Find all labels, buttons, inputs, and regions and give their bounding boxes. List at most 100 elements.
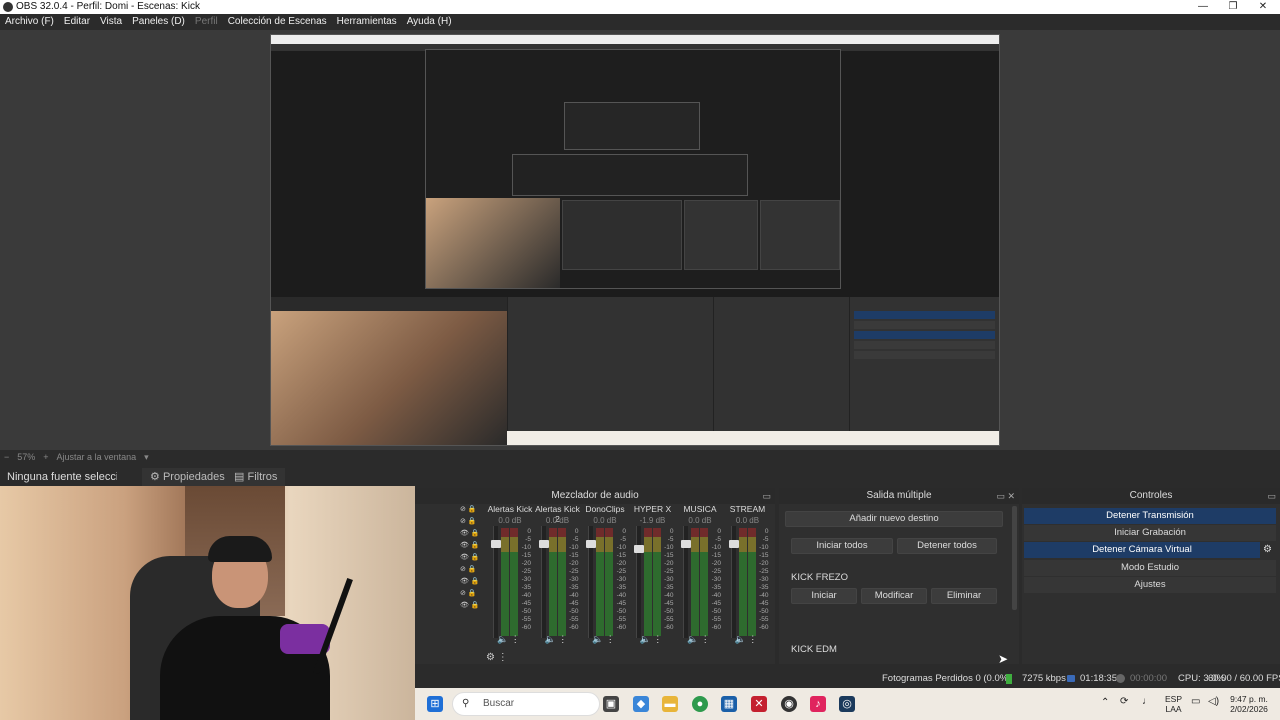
visibility-lock-icon[interactable]: 👁 🔒 <box>460 528 486 540</box>
task-view-icon[interactable]: ▣ <box>603 696 619 712</box>
menu-file[interactable]: Archivo (F) <box>0 14 59 30</box>
menu-scene-collection[interactable]: Colección de Escenas <box>223 14 332 30</box>
layout-label: LAA <box>1165 704 1182 714</box>
chrome-icon[interactable]: ● <box>692 696 708 712</box>
channel-controls[interactable]: 🔈 ⋮ <box>545 634 568 645</box>
destination-start-button[interactable]: Iniciar <box>791 588 857 604</box>
add-destination-button[interactable]: Añadir nuevo destino <box>785 511 1003 527</box>
nested-titlebar <box>271 35 999 44</box>
close-button[interactable]: ✕ <box>1248 0 1278 14</box>
channel-controls[interactable]: 🔈 ⋮ <box>687 634 710 645</box>
menu-view[interactable]: Vista <box>95 14 127 30</box>
channel-controls[interactable]: 🔈 ⋮ <box>592 634 615 645</box>
undock-icon[interactable]: ▭ <box>1267 488 1276 504</box>
dropped-frames: Fotogramas Perdidos 0 (0.0%) <box>882 673 1012 684</box>
more-icon[interactable]: ⋮ <box>701 634 710 644</box>
menu-help[interactable]: Ayuda (H) <box>402 14 457 30</box>
settings-button[interactable]: Ajustes <box>1024 577 1276 593</box>
volume-icon[interactable]: 🔈 <box>592 634 603 644</box>
volume-icon[interactable]: 🔈 <box>735 634 746 644</box>
volume-icon[interactable]: 🔈 <box>687 634 698 644</box>
fader-knob[interactable] <box>538 540 549 548</box>
store-icon[interactable]: ▦ <box>721 696 737 712</box>
visibility-lock-icon[interactable]: ⊘ 🔒 <box>460 504 486 516</box>
menu-tools[interactable]: Herramientas <box>332 14 402 30</box>
channel-db: 0.0 dB <box>688 516 712 525</box>
close-icon[interactable]: ▭ ✕ <box>996 488 1015 504</box>
fader-knob[interactable] <box>681 540 691 548</box>
more-icon[interactable]: ⋮ <box>653 634 662 644</box>
volume-icon[interactable]: 🔈 <box>545 634 556 644</box>
file-explorer-icon[interactable]: ▬ <box>662 696 678 712</box>
minimize-button[interactable]: — <box>1188 0 1218 14</box>
webcam-preview <box>0 486 415 720</box>
chevron-down-icon[interactable]: ▾ <box>140 450 153 464</box>
destination-delete-button[interactable]: Eliminar <box>931 588 997 604</box>
volume-fader[interactable] <box>491 526 501 638</box>
more-icon[interactable]: ⋮ <box>511 634 520 644</box>
more-icon[interactable]: ⋮ <box>748 634 757 644</box>
taskbar-search[interactable]: ⚲ Buscar <box>452 692 600 716</box>
preview-canvas[interactable] <box>270 34 1000 446</box>
visibility-lock-icon[interactable]: 👁 🔒 <box>460 576 486 588</box>
scale-tick: -25 <box>664 568 674 575</box>
visibility-lock-icon[interactable]: 👁 🔒 <box>460 552 486 564</box>
undock-icon[interactable]: ▭ <box>762 488 771 504</box>
app-x-icon[interactable]: ✕ <box>751 696 767 712</box>
maximize-button[interactable]: ❐ <box>1218 0 1248 14</box>
meter-segment <box>548 536 557 552</box>
channel-controls[interactable]: 🔈 ⋮ <box>497 634 520 645</box>
start-all-button[interactable]: Iniciar todos <box>791 538 893 554</box>
steam-icon[interactable]: ◎ <box>839 696 855 712</box>
fader-knob[interactable] <box>491 540 501 548</box>
zoom-in-button[interactable]: + <box>39 450 52 464</box>
windows-start-icon[interactable]: ⊞ <box>427 696 443 712</box>
fader-knob[interactable] <box>586 540 596 548</box>
stop-all-button[interactable]: Detener todos <box>897 538 997 554</box>
destination-edit-button[interactable]: Modificar <box>861 588 927 604</box>
network-icon[interactable]: ▭ <box>1191 697 1200 707</box>
more-icon[interactable]: ⋮ <box>558 634 567 644</box>
obs-taskbar-icon[interactable]: ◉ <box>781 696 797 712</box>
fit-window-button[interactable]: Ajustar a la ventana <box>53 450 141 464</box>
scrollbar[interactable] <box>1012 506 1017 610</box>
chevron-up-icon[interactable]: ⌃ <box>1101 698 1109 708</box>
filters-button[interactable]: ▤ Filtros <box>226 468 286 486</box>
studio-mode-button[interactable]: Modo Estudio <box>1024 560 1276 576</box>
tiktok-icon[interactable]: ♪ <box>810 696 826 712</box>
menu-docks[interactable]: Paneles (D) <box>127 14 190 30</box>
visibility-lock-icon[interactable]: ⊘ 🔒 <box>460 516 486 528</box>
more-icon[interactable]: ⋮ <box>606 634 615 644</box>
volume-icon[interactable]: 🔈 <box>497 634 508 644</box>
mixer-settings-icon[interactable]: ⚙ ⋮ <box>486 652 508 663</box>
fader-knob[interactable] <box>728 540 739 548</box>
menu-profile[interactable]: Perfil <box>190 14 223 30</box>
sync-icon[interactable]: ⟳ <box>1120 697 1128 707</box>
start-recording-button[interactable]: Iniciar Grabación <box>1024 525 1276 541</box>
fader-knob[interactable] <box>633 545 644 553</box>
volume-icon[interactable]: 🔈 <box>640 634 651 644</box>
volume-icon[interactable]: ◁) <box>1208 697 1219 707</box>
keyboard-layout[interactable]: ESP LAA <box>1165 694 1182 714</box>
channel-controls[interactable]: 🔈 ⋮ <box>735 634 758 645</box>
properties-button[interactable]: ⚙ Propiedades <box>142 468 233 486</box>
visibility-lock-icon[interactable]: ⊘ 🔒 <box>460 564 486 576</box>
volume-fader[interactable] <box>728 526 739 638</box>
gear-icon[interactable]: ⚙ <box>1263 544 1272 555</box>
clock[interactable]: 9:47 p. m. 2/02/2026 <box>1223 694 1275 714</box>
channel-controls[interactable]: 🔈 ⋮ <box>640 634 663 645</box>
visibility-lock-icon[interactable]: ⊘ 🔒 <box>460 588 486 600</box>
volume-fader[interactable] <box>681 526 691 638</box>
stop-streaming-button[interactable]: Detener Transmisión <box>1024 508 1276 524</box>
volume-fader[interactable] <box>538 526 549 638</box>
microphone-icon[interactable]: ♩ <box>1142 697 1152 707</box>
visibility-lock-icon[interactable]: 👁 🔒 <box>460 600 486 612</box>
zoom-out-button[interactable]: − <box>0 450 13 464</box>
volume-fader[interactable] <box>633 526 644 638</box>
stop-virtual-camera-button[interactable]: Detener Cámara Virtual <box>1024 542 1260 558</box>
copilot-icon[interactable]: ◆ <box>633 696 649 712</box>
mixer-channel: Alertas Kick 2 0.0 dB 0 -5 -10 -15 -20 -25 -30 -3… <box>535 504 581 664</box>
volume-fader[interactable] <box>586 526 596 638</box>
visibility-lock-icon[interactable]: 👁 🔒 <box>460 540 486 552</box>
menu-edit[interactable]: Editar <box>59 14 95 30</box>
